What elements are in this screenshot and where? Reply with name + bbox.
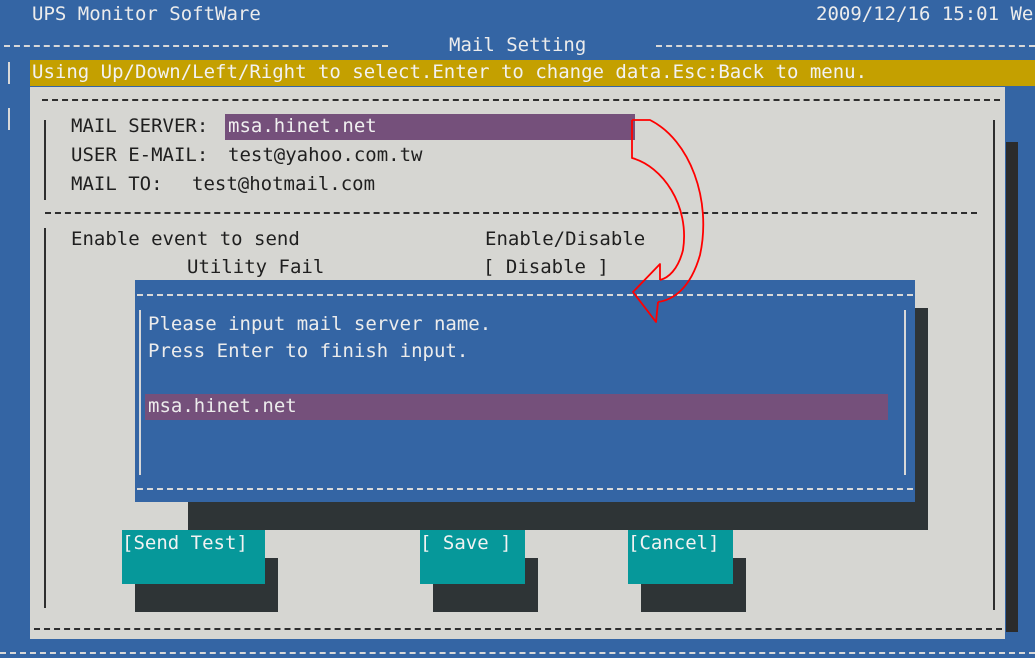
annotation-arrow-icon xyxy=(631,119,705,323)
